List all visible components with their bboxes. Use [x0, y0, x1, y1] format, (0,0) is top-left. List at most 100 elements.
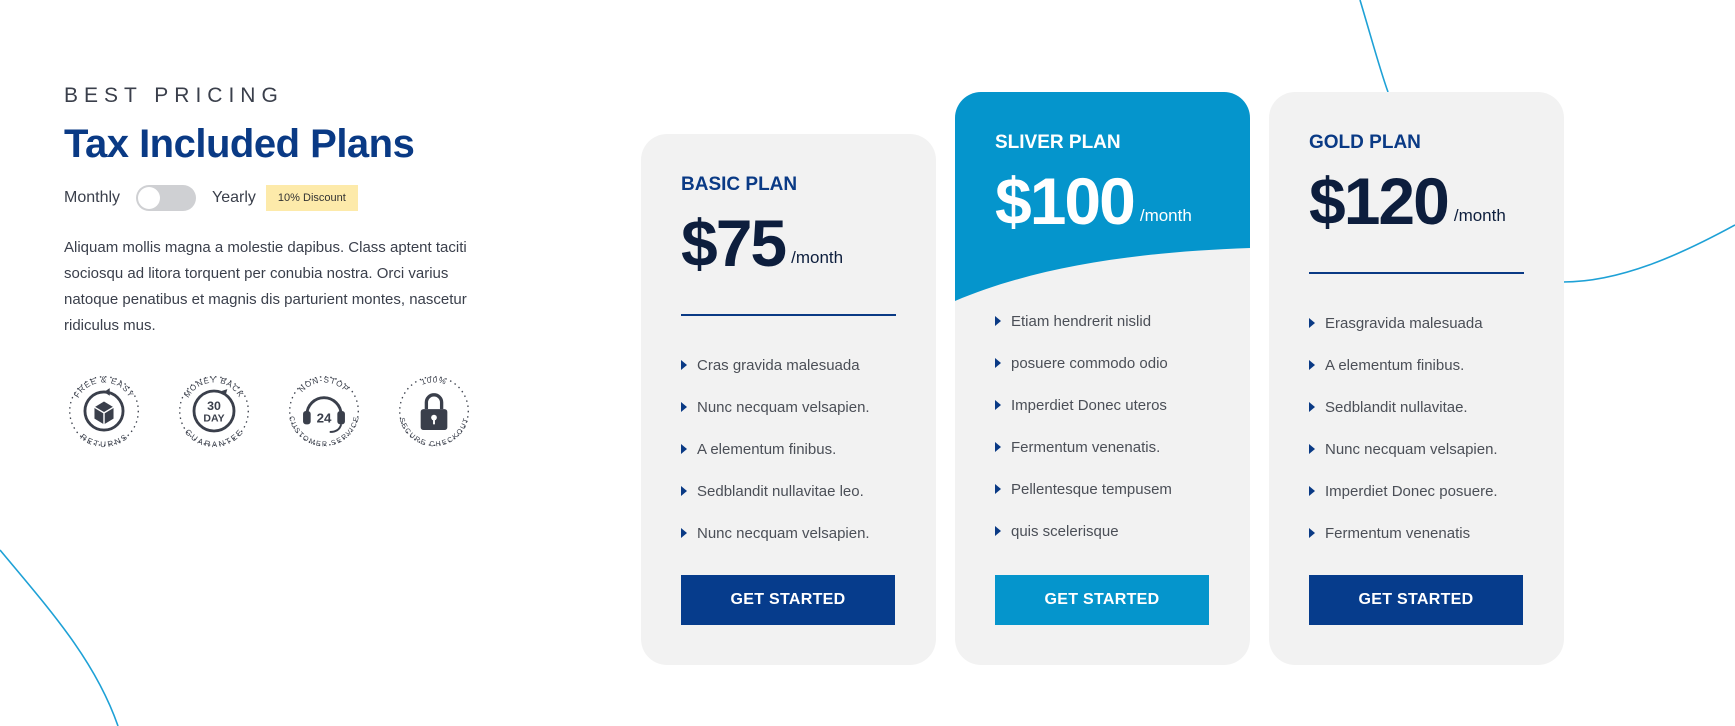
get-started-button[interactable]: GET STARTED [1309, 575, 1523, 625]
price-row: $ 100 /month [995, 168, 1210, 234]
caret-right-icon [995, 316, 1001, 326]
caret-right-icon [1309, 318, 1315, 328]
page-title: Tax Included Plans [64, 122, 415, 166]
feature-list: Erasgravida malesuada A elementum finibu… [1309, 302, 1524, 554]
caret-right-icon [681, 528, 687, 538]
discount-badge: 10% Discount [265, 185, 358, 211]
seal-1-top-text: FREE & EASY [72, 375, 134, 399]
feature-item: Fermentum venenatis [1309, 512, 1524, 554]
feature-item: Pellentesque tempusem [995, 468, 1210, 510]
get-started-button[interactable]: GET STARTED [995, 575, 1209, 625]
feature-text: A elementum finibus. [1325, 356, 1465, 374]
switch-knob [138, 187, 161, 209]
caret-right-icon [995, 400, 1001, 410]
price-currency: $ [995, 164, 1032, 238]
caret-right-icon [1309, 486, 1315, 496]
seal-2-top-text: MONEY BACK [182, 375, 244, 399]
monthly-label[interactable]: Monthly [64, 189, 120, 207]
feature-text: Imperdiet Donec posuere. [1325, 482, 1498, 500]
feature-item: posuere commodo odio [995, 342, 1210, 384]
price-currency: $ [681, 206, 718, 280]
feature-item: Sedblandit nullavitae. [1309, 386, 1524, 428]
caret-right-icon [1309, 402, 1315, 412]
get-started-button[interactable]: GET STARTED [681, 575, 895, 625]
caret-right-icon [995, 484, 1001, 494]
feature-item: Etiam hendrerit nislid [995, 300, 1210, 342]
feature-text: Etiam hendrerit nislid [1011, 312, 1152, 330]
caret-right-icon [995, 358, 1001, 368]
divider [1309, 272, 1524, 274]
price-period: /month [1139, 206, 1192, 225]
feature-text: Cras gravida malesuada [697, 356, 860, 374]
price-period: /month [1453, 206, 1506, 225]
feature-text: Nunc necquam velsapien. [1325, 440, 1498, 458]
price-amount: 120 [1343, 164, 1450, 238]
plan-name: SLIVER PLAN [995, 132, 1121, 153]
caret-right-icon [1309, 444, 1315, 454]
feature-text: A elementum finibus. [697, 440, 837, 458]
caret-right-icon [681, 444, 687, 454]
feature-list: Etiam hendrerit nislid posuere commodo o… [995, 300, 1210, 552]
feature-item: Sedblandit nullavitae leo. [681, 470, 896, 512]
feature-item: Erasgravida malesuada [1309, 302, 1524, 344]
yearly-label[interactable]: Yearly [212, 189, 256, 207]
plan-name: BASIC PLAN [681, 174, 798, 195]
plan-card-silver: SLIVER PLAN $ 100 /month Etiam hendrerit… [955, 92, 1250, 665]
plan-card-gold: GOLD PLAN $ 120 /month Erasgravida males… [1269, 92, 1564, 665]
feature-item: Cras gravida malesuada [681, 344, 896, 386]
plan-name: GOLD PLAN [1309, 132, 1421, 153]
feature-item: Fermentum venenatis. [995, 426, 1210, 468]
trust-badges: FREE & EASY RETURNS MONEY BACK GUARANTEE… [64, 369, 504, 453]
svg-text:DAY: DAY [203, 413, 224, 424]
feature-item: Imperdiet Donec uteros [995, 384, 1210, 426]
svg-text:RETURNS: RETURNS [79, 432, 130, 449]
price-row: $ 120 /month [1309, 168, 1524, 234]
padlock-icon: 100% SECURE CHECKOUT [398, 375, 470, 448]
feature-item: Nunc necquam velsapien. [681, 386, 896, 428]
price-row: $ 75 /month [681, 210, 896, 276]
feature-text: quis scelerisque [1011, 522, 1119, 540]
price-amount: 75 [715, 206, 787, 280]
feature-item: A elementum finibus. [681, 428, 896, 470]
feature-text: Imperdiet Donec uteros [1011, 396, 1167, 414]
price-period: /month [791, 248, 844, 267]
seal-3-top-text: NON-STOP [297, 375, 350, 394]
caret-right-icon [681, 402, 687, 412]
svg-text:NON-STOP: NON-STOP [297, 375, 351, 394]
svg-text:24: 24 [317, 410, 332, 425]
feature-text: posuere commodo odio [1011, 354, 1168, 372]
billing-toggle: Monthly Yearly 10% Discount [64, 185, 504, 211]
feature-item: Imperdiet Donec posuere. [1309, 470, 1524, 512]
svg-text:30: 30 [207, 399, 221, 413]
caret-right-icon [995, 526, 1001, 536]
svg-text:MONEY BACK: MONEY BACK [182, 375, 245, 399]
caret-right-icon [1309, 528, 1315, 538]
price-currency: $ [1309, 164, 1346, 238]
feature-item: A elementum finibus. [1309, 344, 1524, 386]
caret-right-icon [681, 360, 687, 370]
billing-switch[interactable] [136, 185, 197, 211]
feature-item: Nunc necquam velsapien. [681, 512, 896, 554]
feature-text: Erasgravida malesuada [1325, 314, 1483, 332]
feature-item: Nunc necquam velsapien. [1309, 428, 1524, 470]
feature-text: Sedblandit nullavitae. [1325, 398, 1468, 416]
description-text: Aliquam mollis magna a molestie dapibus.… [64, 239, 467, 334]
intro-section: BEST PRICING Tax Included Plans Monthly … [64, 84, 504, 453]
caret-right-icon [681, 486, 687, 496]
feature-text: Fermentum venenatis [1325, 524, 1471, 542]
feature-item: quis scelerisque [995, 510, 1210, 552]
price-amount: 100 [1029, 164, 1136, 238]
feature-text: Fermentum venenatis. [1011, 438, 1161, 456]
svg-text:FREE & EASY: FREE & EASY [72, 375, 135, 399]
headset-24-icon: NON-STOP CUSTOMER SERVICE 24 [287, 375, 360, 448]
feature-text: Pellentesque tempusem [1011, 480, 1172, 498]
divider [681, 314, 896, 316]
plan-card-basic: BASIC PLAN $ 75 /month Cras gravida male… [641, 134, 936, 665]
feature-text: Nunc necquam velsapien. [697, 398, 870, 416]
30-day-icon: MONEY BACK GUARANTEE 30 DAY [179, 375, 249, 449]
feature-text: Sedblandit nullavitae leo. [697, 482, 864, 500]
eyebrow-text: BEST PRICING [64, 84, 284, 107]
box-return-icon: FREE & EASY RETURNS [69, 375, 139, 449]
seal-4-top-text: 100% [420, 375, 447, 386]
feature-list: Cras gravida malesuada Nunc necquam vels… [681, 344, 896, 554]
